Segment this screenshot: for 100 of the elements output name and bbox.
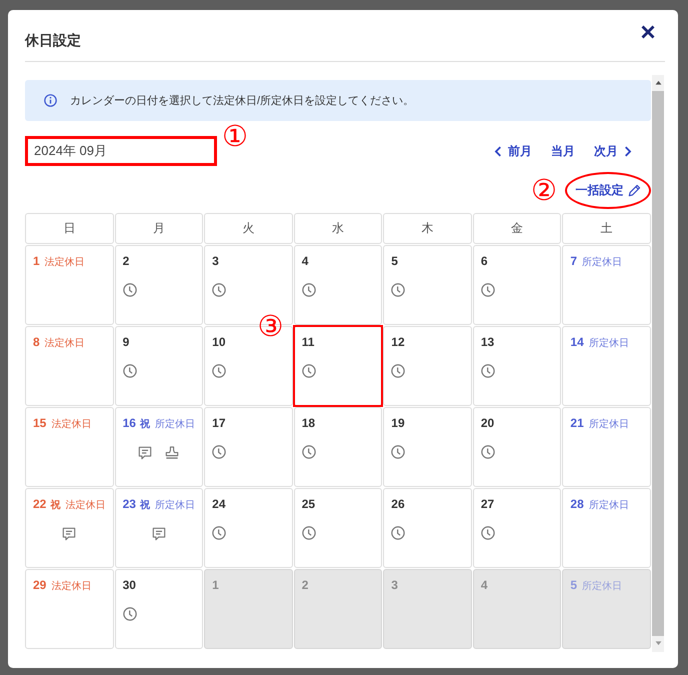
scroll-up-arrow-icon[interactable] <box>654 80 662 85</box>
day-number: 18 <box>302 416 316 431</box>
day-number: 10 <box>212 335 226 350</box>
day-number: 4 <box>480 578 488 593</box>
day-number: 20 <box>480 416 494 431</box>
holiday-label: 所定休日 <box>588 498 629 513</box>
calendar-day-cell[interactable]: 7 所定休日 <box>562 245 651 325</box>
holiday-label: 所定休日 <box>582 256 622 270</box>
chevron-right-icon <box>624 146 632 156</box>
comment-icon[interactable] <box>62 527 76 541</box>
calendar-day-cell[interactable]: 6 <box>472 245 562 325</box>
calendar-day-cell[interactable]: 9 <box>114 326 204 406</box>
clock-icon[interactable] <box>480 283 495 297</box>
day-number: 29 <box>33 578 46 593</box>
calendar-day-cell[interactable]: 1 法定休日 <box>25 245 114 325</box>
clock-icon[interactable] <box>122 607 137 621</box>
day-number: 27 <box>480 497 494 512</box>
clock-icon[interactable] <box>391 445 406 459</box>
info-icon <box>44 94 57 107</box>
comment-icon[interactable] <box>152 527 166 541</box>
day-number: 3 <box>212 254 219 269</box>
calendar-day-cell[interactable]: 4 <box>294 245 382 325</box>
pencil-icon <box>628 184 640 197</box>
next-month-button[interactable]: 次月 <box>594 142 632 160</box>
comment-icon[interactable] <box>138 446 152 460</box>
clock-icon[interactable] <box>391 364 406 378</box>
calendar-day-cell[interactable]: 28 所定休日 <box>562 488 651 568</box>
calendar-day-cell[interactable]: 21 所定休日 <box>562 407 651 487</box>
weekday-header: 金 <box>472 213 562 244</box>
day-number: 15 <box>33 416 46 431</box>
day-number: 5 <box>391 254 398 269</box>
calendar-day-cell[interactable]: 11 <box>294 326 382 406</box>
clock-icon[interactable] <box>212 283 226 297</box>
clock-icon[interactable] <box>212 364 226 378</box>
calendar-day-cell[interactable]: 23 祝 所定休日 <box>114 488 204 568</box>
calendar-day-cell[interactable]: 22 祝 法定休日 <box>25 488 114 568</box>
day-number: 3 <box>391 578 398 593</box>
day-number: 7 <box>570 254 578 269</box>
holiday-label: 法定休日 <box>51 418 92 432</box>
clock-icon[interactable] <box>480 364 495 378</box>
calendar-day-cell[interactable]: 30 <box>114 569 204 649</box>
calendar-day-cell[interactable]: 26 <box>383 488 472 568</box>
annotation-number: ② <box>531 176 557 206</box>
clock-icon[interactable] <box>302 283 316 297</box>
clock-icon[interactable] <box>122 283 137 297</box>
national-holiday-mark: 祝 <box>140 498 150 513</box>
day-number: 26 <box>391 497 405 512</box>
previous-month-button[interactable]: 前月 <box>494 142 532 160</box>
day-number: 25 <box>302 497 316 512</box>
calendar-day-cell[interactable]: 27 <box>472 488 562 568</box>
weekday-header: 水 <box>294 213 382 244</box>
clock-icon[interactable] <box>302 526 316 540</box>
clock-icon[interactable] <box>302 445 316 459</box>
weekday-header: 木 <box>383 213 472 244</box>
stamp-icon[interactable] <box>165 446 180 460</box>
clock-icon[interactable] <box>391 283 406 297</box>
holiday-label: 法定休日 <box>44 336 85 351</box>
clock-icon[interactable] <box>480 526 495 540</box>
clock-icon[interactable] <box>480 445 495 459</box>
calendar-day-cell[interactable]: 17 <box>204 407 293 487</box>
clock-icon[interactable] <box>212 526 226 540</box>
calendar-day-cell[interactable]: 12 <box>383 326 472 406</box>
calendar-day-cell[interactable]: 15 法定休日 <box>25 407 114 487</box>
scroll-down-arrow-icon[interactable] <box>654 641 662 646</box>
day-number: 22 <box>33 497 46 512</box>
calendar-day-cell[interactable]: 25 <box>294 488 382 568</box>
holiday-label: 所定休日 <box>582 580 622 594</box>
weekday-header: 土 <box>562 213 651 244</box>
calendar-day-cell[interactable]: 16 祝 所定休日 <box>114 407 204 487</box>
day-number: 21 <box>570 416 584 431</box>
calendar-day-cell[interactable]: 14 所定休日 <box>562 326 651 406</box>
current-month-button[interactable]: 当月 <box>551 142 575 160</box>
day-number: 11 <box>302 335 314 350</box>
calendar-day-cell[interactable]: 5 <box>383 245 472 325</box>
day-number: 9 <box>122 335 130 350</box>
calendar-day-cell[interactable]: 19 <box>383 407 472 487</box>
calendar-day-cell[interactable]: 24 <box>204 488 293 568</box>
calendar-day-cell[interactable]: 8 法定休日 <box>25 326 114 406</box>
calendar-day-cell[interactable]: 20 <box>472 407 562 487</box>
dialog-title: 休日設定 <box>25 31 81 50</box>
clock-icon[interactable] <box>212 445 226 459</box>
day-number: 19 <box>391 416 405 431</box>
clock-icon[interactable] <box>391 526 406 540</box>
day-number: 5 <box>570 578 578 593</box>
national-holiday-mark: 祝 <box>140 418 150 432</box>
calendar-day-cell[interactable]: 13 <box>472 326 562 406</box>
calendar-day-cell[interactable]: 2 <box>114 245 204 325</box>
calendar-day-cell[interactable]: 18 <box>294 407 382 487</box>
close-button[interactable] <box>641 25 655 39</box>
day-number: 17 <box>212 416 226 431</box>
clock-icon[interactable] <box>302 364 316 378</box>
bulk-settings-button[interactable]: 一括設定 <box>576 182 640 199</box>
calendar-day-cell[interactable]: 29 法定休日 <box>25 569 114 649</box>
day-number: 12 <box>391 335 405 350</box>
day-number: 16 <box>122 416 136 431</box>
weekday-header: 日 <box>25 213 114 244</box>
clock-icon[interactable] <box>122 364 137 378</box>
month-field[interactable]: 2024年 09月 <box>28 139 214 163</box>
day-number: 1 <box>212 578 219 593</box>
day-number: 23 <box>122 497 136 512</box>
